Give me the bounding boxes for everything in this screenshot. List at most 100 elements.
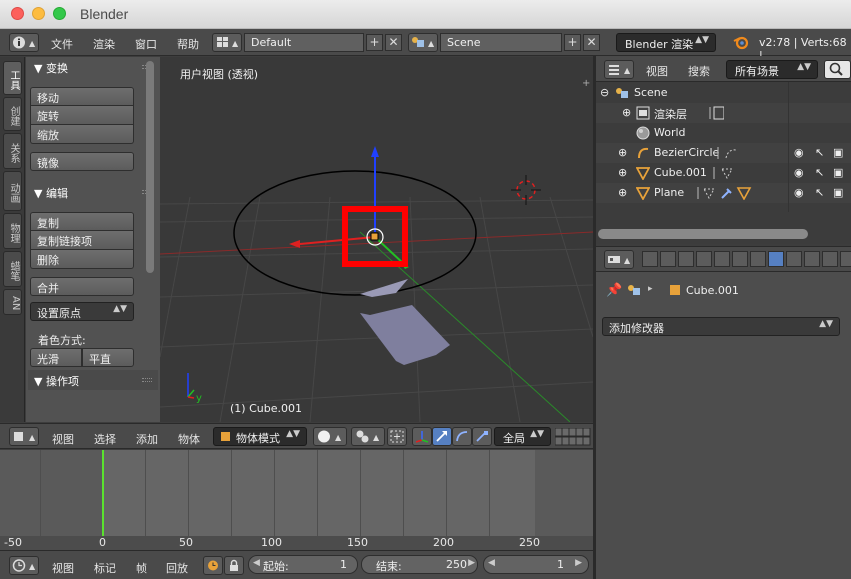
zoom-window-button[interactable] (53, 7, 66, 20)
add-scene-button[interactable]: + (564, 34, 581, 51)
pivot-point-dropdown[interactable]: ▲ (351, 427, 385, 446)
translate-manipulator-button[interactable] (432, 427, 452, 446)
cursor-select-icon[interactable]: ↖ (815, 186, 824, 199)
editor-type-info-button[interactable]: ▲ (9, 33, 39, 52)
menu-marker[interactable]: 标记 (94, 560, 116, 576)
render-layers-tab-icon[interactable] (660, 251, 676, 267)
scene-tab-icon[interactable] (678, 251, 694, 267)
cursor-select-icon[interactable]: ↖ (815, 146, 824, 159)
plane-object[interactable] (360, 305, 450, 365)
increment-arrow-icon[interactable]: ▶ (468, 558, 475, 568)
outliner-row-world[interactable]: World (596, 123, 851, 143)
manipulate-center-button[interactable] (387, 427, 407, 446)
outliner-search-button[interactable] (824, 60, 851, 79)
menu-help[interactable]: 帮助 (177, 36, 199, 52)
layer-grid-buttons[interactable] (555, 428, 593, 446)
shade-flat-button[interactable]: 平直 (82, 348, 134, 367)
tab-physics[interactable]: 物理 (3, 213, 22, 249)
duplicate-linked-button[interactable]: 复制链接项 (30, 231, 134, 250)
scene-selector-button[interactable]: ▲ (408, 33, 438, 52)
display-mode-dropdown[interactable]: 所有场景 ▲▼ (726, 60, 818, 79)
viewport-expand-icon[interactable]: + (582, 78, 590, 89)
cursor-select-icon[interactable]: ↖ (815, 166, 824, 179)
editor-type-properties-button[interactable]: ▲ (604, 250, 634, 269)
set-origin-dropdown[interactable]: 设置原点 ▲▼ (30, 302, 134, 321)
texture-tab-icon[interactable] (822, 251, 838, 267)
outliner-scrollbar[interactable] (598, 229, 808, 239)
data-tab-icon[interactable] (786, 251, 802, 267)
eye-icon[interactable]: ◉ (794, 166, 804, 179)
current-frame-field[interactable]: ◀ 1 ▶ (483, 555, 589, 574)
menu-playback[interactable]: 回放 (166, 560, 188, 576)
screen-layout-button[interactable]: ▲ (212, 33, 242, 52)
tab-grease-pencil[interactable]: 蜡笔 (3, 251, 22, 287)
decrement-arrow-icon[interactable]: ◀ (253, 558, 260, 568)
expand-icon[interactable]: ⊕ (622, 106, 631, 119)
camera-render-icon[interactable]: ▣ (833, 146, 843, 159)
mirror-button[interactable]: 镜像 (30, 152, 134, 171)
mode-dropdown[interactable]: 物体模式 ▲▼ (213, 427, 307, 446)
editor-type-outliner-button[interactable]: ▲ (604, 60, 634, 79)
scale-button[interactable]: 缩放 (30, 125, 134, 144)
tab-animation[interactable]: 动画 (3, 171, 22, 211)
material-tab-icon[interactable] (804, 251, 820, 267)
menu-add[interactable]: 添加 (136, 431, 158, 447)
outliner-row-beziercircle[interactable]: ⊕ BezierCircle ◉ ↖ ▣ (596, 143, 851, 163)
increment-arrow-icon[interactable]: ▶ (575, 558, 582, 568)
tool-shelf-scrollbar[interactable] (146, 61, 154, 273)
world-tab-icon[interactable] (696, 251, 712, 267)
frame-end-field[interactable]: 结束: 250 ▶ (361, 555, 478, 574)
close-window-button[interactable] (11, 7, 24, 20)
delete-screen-button[interactable]: ✕ (385, 34, 402, 51)
3d-viewport[interactable]: + 用户视图 (透视) (1) Cube.001 y (160, 57, 593, 422)
menu-select[interactable]: 选择 (94, 431, 116, 447)
camera-render-icon[interactable]: ▣ (833, 166, 843, 179)
eye-icon[interactable]: ◉ (794, 186, 804, 199)
screen-layout-field[interactable]: Default (244, 33, 364, 52)
menu-render[interactable]: 渲染 (93, 36, 115, 52)
menu-outliner-view[interactable]: 视图 (646, 63, 668, 79)
transform-orientation-dropdown[interactable]: 全局 ▲▼ (494, 427, 551, 446)
menu-file[interactable]: 文件 (51, 36, 73, 52)
modifiers-tab-icon[interactable] (768, 251, 784, 267)
particles-tab-icon[interactable] (840, 251, 851, 267)
expand-icon[interactable]: ⊕ (618, 186, 627, 199)
collapse-icon[interactable]: ⊖ (600, 86, 609, 99)
timeline-area[interactable]: -50 0 50 100 150 200 250 (0, 450, 593, 550)
rotate-manipulator-button[interactable] (452, 427, 472, 446)
tab-relations[interactable]: 关系 (3, 133, 22, 169)
operator-panel-header[interactable]: ▼ 操作项 (28, 370, 158, 390)
scene-field[interactable]: Scene (440, 33, 562, 52)
tab-create[interactable]: 创建 (3, 97, 22, 131)
outliner-tree[interactable]: ⊖ Scene ⊕ 渲染层 World ⊕ BezierCircle ◉ ↖ ▣… (596, 82, 851, 244)
current-frame-indicator[interactable] (102, 450, 104, 536)
outliner-row-cube001[interactable]: ⊕ Cube.001 ◉ ↖ ▣ (596, 163, 851, 183)
object-tab-icon[interactable] (714, 251, 730, 267)
join-button[interactable]: 合并 (30, 277, 134, 296)
rotate-button[interactable]: 旋转 (30, 106, 134, 125)
lock-frame-button[interactable] (224, 556, 244, 575)
menu-view[interactable]: 视图 (52, 431, 74, 447)
tab-an[interactable]: AN (3, 289, 22, 315)
render-engine-dropdown[interactable]: Blender 渲染 ▲▼ (616, 33, 716, 52)
shade-smooth-button[interactable]: 光滑 (30, 348, 82, 367)
menu-object[interactable]: 物体 (178, 431, 200, 447)
menu-timeline-view[interactable]: 视图 (52, 560, 74, 576)
eye-icon[interactable]: ◉ (794, 146, 804, 159)
outliner-row-scene[interactable]: ⊖ Scene (596, 83, 851, 103)
drag-grip-icon[interactable] (142, 378, 152, 382)
menu-search[interactable]: 搜索 (688, 63, 710, 79)
add-modifier-dropdown[interactable]: 添加修改器 ▲▼ (602, 317, 840, 336)
expand-icon[interactable]: ⊕ (618, 146, 627, 159)
preview-range-button[interactable] (203, 556, 223, 575)
render-tab-icon[interactable] (642, 251, 658, 267)
scale-manipulator-button[interactable] (472, 427, 492, 446)
menu-frame[interactable]: 帧 (136, 560, 147, 576)
expand-icon[interactable]: ⊕ (618, 166, 627, 179)
pin-icon[interactable]: 📌 (606, 283, 622, 298)
frame-start-field[interactable]: ◀ 起始: 1 (248, 555, 358, 574)
editor-type-timeline-button[interactable]: ▲ (9, 556, 39, 575)
decrement-arrow-icon[interactable]: ◀ (488, 558, 495, 568)
delete-button[interactable]: 删除 (30, 250, 134, 269)
editor-type-3dview-button[interactable]: ▲ (9, 427, 39, 446)
